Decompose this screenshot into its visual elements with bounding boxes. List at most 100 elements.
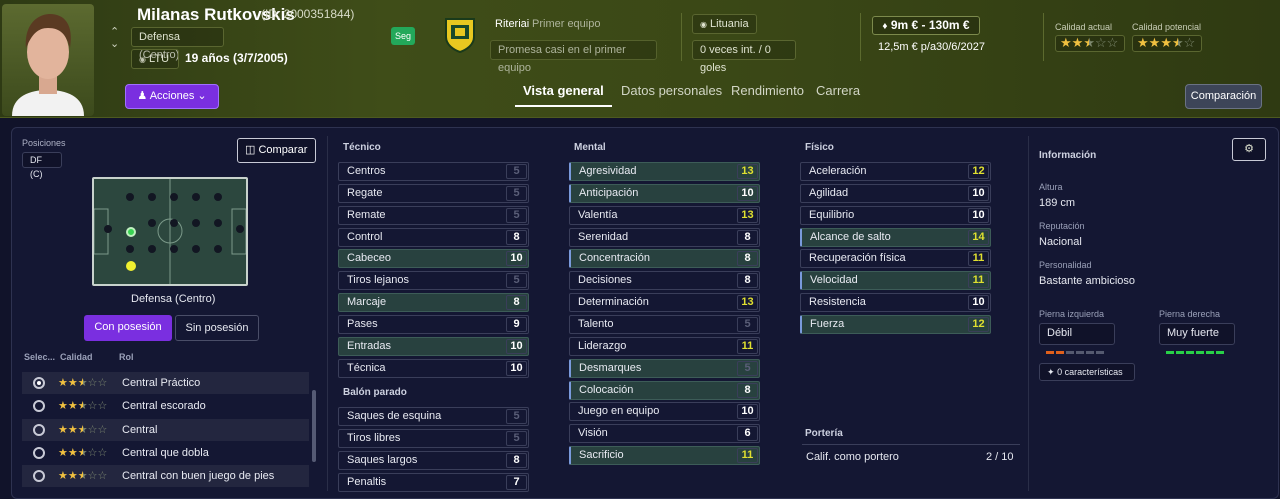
tag-icon: ♦ <box>882 21 888 32</box>
roles-scrollbar[interactable] <box>312 390 316 462</box>
right-foot-label: Pierna derecha <box>1159 309 1221 319</box>
pitch-position-dot[interactable] <box>148 193 156 201</box>
attribute-row[interactable]: Decisiones 8 <box>569 271 760 291</box>
attribute-row[interactable]: Alcance de salto 14 <box>800 227 991 247</box>
without-ball-button[interactable]: Sin posesión <box>175 315 259 341</box>
pitch-position-dot[interactable] <box>236 225 244 233</box>
with-ball-button[interactable]: Con posesión <box>84 315 172 341</box>
role-radio[interactable] <box>33 377 45 389</box>
potential-quality-stars: ★★★★☆ <box>1132 35 1202 52</box>
pitch-position-alt[interactable] <box>126 261 136 271</box>
attribute-row[interactable]: Visión 6 <box>569 424 760 444</box>
club-crest-icon[interactable] <box>444 17 476 58</box>
role-radio[interactable] <box>33 470 45 483</box>
attribute-row[interactable]: Colocación 8 <box>569 380 760 400</box>
tab-personal[interactable]: Datos personales <box>621 83 722 98</box>
club-name[interactable]: Riteriai <box>495 18 529 30</box>
attribute-row[interactable]: Penaltis 7 <box>338 472 529 492</box>
pitch-position-dot[interactable] <box>148 245 156 253</box>
attribute-row[interactable]: Valentía 13 <box>569 205 760 225</box>
traits-button[interactable]: ✦ 0 características <box>1039 363 1135 381</box>
attribute-name: Determinación <box>578 296 649 309</box>
attribute-row[interactable]: Serenidad 8 <box>569 227 760 247</box>
attribute-row[interactable]: Aceleración 12 <box>800 162 991 181</box>
attribute-row[interactable]: Resistencia 10 <box>800 293 991 313</box>
attribute-name: Concentración <box>579 252 650 265</box>
pitch-position-dot[interactable] <box>170 219 178 227</box>
attribute-name: Equilibrio <box>809 208 855 221</box>
attribute-row[interactable]: Control 8 <box>338 227 529 247</box>
pitch-position-dot[interactable] <box>126 193 134 201</box>
pitch-position-dot[interactable] <box>214 219 222 227</box>
attribute-row[interactable]: Desmarques 5 <box>569 358 760 378</box>
tab-career[interactable]: Carrera <box>816 83 860 98</box>
attribute-row[interactable]: Agilidad 10 <box>800 183 991 203</box>
role-row[interactable]: ★★★☆☆ Central <box>22 418 309 441</box>
nation-name-chip[interactable]: ◉ Lituania <box>692 14 757 34</box>
actions-button[interactable]: ♟ Acciones ⌄ <box>125 84 219 109</box>
attribute-row[interactable]: Velocidad 11 <box>800 271 991 291</box>
attribute-value: 8 <box>737 229 758 245</box>
col-select-header[interactable]: Selec... <box>24 352 55 362</box>
pitch-position-selected[interactable] <box>126 227 136 237</box>
attribute-row[interactable]: Talento 5 <box>569 314 760 334</box>
attribute-name: Velocidad <box>810 274 858 287</box>
role-radio[interactable] <box>33 423 45 436</box>
next-player-icon[interactable]: ⌄ <box>110 37 119 50</box>
attribute-name: Tiros libres <box>347 431 401 444</box>
attribute-row[interactable]: Técnica 10 <box>338 358 529 378</box>
mental-title: Mental <box>574 142 606 153</box>
attribute-row[interactable]: Liderazgo 11 <box>569 336 760 356</box>
attribute-row[interactable]: Saques largos 8 <box>338 450 529 470</box>
position-chip: Defensa (Centro) <box>131 27 224 61</box>
pitch-position-dot[interactable] <box>170 245 178 253</box>
pitch-position-dot[interactable] <box>214 245 222 253</box>
attribute-row[interactable]: Concentración 8 <box>569 249 760 269</box>
role-radio[interactable] <box>33 400 45 413</box>
pitch-position-dot[interactable] <box>192 193 200 201</box>
player-id: (ID: 2000351844) <box>261 7 355 21</box>
comparison-button[interactable]: Comparación <box>1185 84 1262 109</box>
person-settings-icon[interactable]: ⚙ <box>1232 138 1266 161</box>
pitch-position-dot[interactable] <box>192 245 200 253</box>
role-row[interactable]: ★★★☆☆ Central escorado <box>22 395 309 417</box>
compare-button[interactable]: ◫ Comparar <box>237 138 316 163</box>
attribute-name: Serenidad <box>578 230 629 243</box>
tab-performance[interactable]: Rendimiento <box>731 83 804 98</box>
pitch-position-dot[interactable] <box>170 193 178 201</box>
attribute-row[interactable]: Tiros lejanos 5 <box>338 271 529 291</box>
pitch-position-dot[interactable] <box>126 245 134 253</box>
role-radio[interactable] <box>33 446 45 459</box>
attribute-row[interactable]: Regate 5 <box>338 183 529 203</box>
attribute-row[interactable]: Saques de esquina 5 <box>338 407 529 426</box>
attribute-row[interactable]: Equilibrio 10 <box>800 205 991 225</box>
attribute-value: 5 <box>506 164 527 179</box>
attribute-row[interactable]: Agresividad 13 <box>569 162 760 181</box>
attribute-row[interactable]: Cabeceo 10 <box>338 249 529 269</box>
attribute-row[interactable]: Juego en equipo 10 <box>569 402 760 422</box>
attribute-row[interactable]: Anticipación 10 <box>569 183 760 203</box>
tab-overview[interactable]: Vista general <box>523 83 604 98</box>
pitch-position-dot[interactable] <box>104 225 112 233</box>
col-quality-header[interactable]: Calidad <box>60 352 93 362</box>
role-row[interactable]: ★★★☆☆ Central Práctico <box>22 372 309 394</box>
attribute-row[interactable]: Remate 5 <box>338 205 529 225</box>
attribute-row[interactable]: Sacrificio 11 <box>569 446 760 466</box>
role-row[interactable]: ★★★☆☆ Central que dobla <box>22 442 309 464</box>
attribute-row[interactable]: Marcaje 8 <box>338 293 529 313</box>
attribute-row[interactable]: Pases 9 <box>338 314 529 334</box>
role-row[interactable]: ★★★☆☆ Central con buen juego de pies <box>22 465 309 488</box>
pitch-position-dot[interactable] <box>148 219 156 227</box>
transfer-value: ♦ 9m € - 130m € <box>872 16 980 35</box>
pitch-position-dot[interactable] <box>214 193 222 201</box>
col-role-header[interactable]: Rol <box>119 352 134 362</box>
attribute-row[interactable]: Determinación 13 <box>569 293 760 313</box>
attribute-row[interactable]: Fuerza 12 <box>800 314 991 334</box>
attribute-row[interactable]: Entradas 10 <box>338 336 529 356</box>
attribute-row[interactable]: Centros 5 <box>338 162 529 181</box>
attribute-row[interactable]: Tiros libres 5 <box>338 428 529 448</box>
role-stars: ★★★☆☆ <box>58 446 108 459</box>
attribute-row[interactable]: Recuperación física 11 <box>800 249 991 269</box>
role-name: Central con buen juego de pies <box>122 470 275 483</box>
pitch-position-dot[interactable] <box>192 219 200 227</box>
